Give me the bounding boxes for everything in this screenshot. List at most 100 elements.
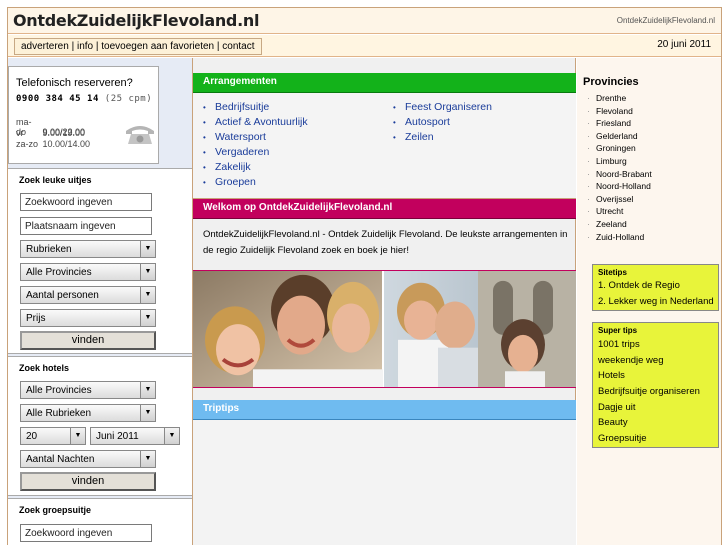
nav-link-contact[interactable]: contact bbox=[222, 41, 254, 52]
provincie-label: Zeeland bbox=[596, 218, 627, 229]
supertip-link[interactable]: Hotels bbox=[598, 370, 700, 386]
hotel-vinden-button[interactable]: vinden bbox=[20, 472, 156, 491]
provincie-link[interactable]: · Limburg bbox=[587, 156, 652, 169]
hours-days: za-zo bbox=[16, 139, 39, 149]
provincie-link[interactable]: · Friesland bbox=[587, 118, 652, 131]
place-input[interactable] bbox=[20, 217, 152, 235]
provincies-list: · Drenthe · Flevoland · Friesland · Gelderla… bbox=[587, 93, 652, 244]
arrangement-label: Vergaderen bbox=[215, 146, 270, 158]
arrangementen-box: • Bedrijfsuitje • Actief & Avontuurlijk • W… bbox=[193, 93, 576, 199]
search-groep-box: Zoek groepsuitje bbox=[8, 498, 192, 545]
arrangement-link[interactable]: • Bedrijfsuitje bbox=[203, 101, 308, 116]
month-select[interactable]: Juni 2011 ▼ bbox=[90, 427, 180, 445]
current-date: 20 juni 2011 bbox=[657, 39, 711, 50]
provincie-link[interactable]: · Noord-Holland bbox=[587, 181, 652, 194]
welkom-text: OntdekZuidelijkFlevoland.nl - Ontdek Zui… bbox=[203, 229, 568, 256]
hotel-provincies-select[interactable]: Alle Provincies ▼ bbox=[20, 381, 156, 399]
arrangement-link[interactable]: • Groepen bbox=[203, 176, 308, 191]
arrangement-label: Groepen bbox=[215, 176, 256, 188]
arrangement-label: Bedrijfsuitje bbox=[215, 101, 270, 113]
rubrieken-select[interactable]: Rubrieken ▼ bbox=[20, 240, 156, 258]
arrangement-link[interactable]: • Zakelijk bbox=[203, 161, 308, 176]
sitetip-link[interactable]: 1. Ontdek de Regio bbox=[598, 280, 714, 296]
bullet: · bbox=[587, 231, 590, 242]
arrangement-link[interactable]: • Actief & Avontuurlijk bbox=[203, 116, 308, 131]
day-select[interactable]: 20 ▼ bbox=[20, 427, 86, 445]
arrangement-label: Actief & Avontuurlijk bbox=[215, 116, 308, 128]
nav-link-adverteren[interactable]: adverteren bbox=[21, 41, 69, 52]
right-sidebar: Provincies · Drenthe · Flevoland · Frieslan… bbox=[577, 58, 721, 545]
family-photo bbox=[193, 270, 576, 388]
dropdown-arrow-icon: ▼ bbox=[140, 287, 155, 303]
provincie-link[interactable]: · Drenthe bbox=[587, 93, 652, 106]
phone-rate: (25 cpm) bbox=[104, 94, 153, 104]
left-sidebar: Telefonisch reserveren? 0900 384 45 14 (… bbox=[8, 58, 193, 545]
provincie-link[interactable]: · Gelderland bbox=[587, 131, 652, 144]
arrangementen-list-1: • Bedrijfsuitje • Actief & Avontuurlijk • W… bbox=[203, 101, 308, 191]
personen-select[interactable]: Aantal personen ▼ bbox=[20, 286, 156, 304]
bullet: · bbox=[587, 118, 590, 129]
supertip-link[interactable]: Beauty bbox=[598, 417, 700, 433]
hours-row: vr 9.00/19.00 bbox=[16, 128, 85, 138]
nachten-select[interactable]: Aantal Nachten ▼ bbox=[20, 450, 156, 468]
provincie-label: Noord-Brabant bbox=[596, 168, 652, 179]
bullet: · bbox=[587, 155, 590, 166]
supertip-link[interactable]: Groepsuitje bbox=[598, 433, 700, 449]
arrangement-link[interactable]: • Zeilen bbox=[393, 131, 492, 146]
bullet: • bbox=[393, 118, 396, 127]
provincie-link[interactable]: · Flevoland bbox=[587, 106, 652, 119]
bullet: · bbox=[587, 206, 590, 217]
provincie-link[interactable]: · Groningen bbox=[587, 143, 652, 156]
provincie-link[interactable]: · Zuid-Holland bbox=[587, 232, 652, 245]
sitetip-link[interactable]: 2. Lekker weg in Nederland bbox=[598, 296, 714, 312]
rubrieken-value: Rubrieken bbox=[26, 244, 72, 255]
sitetips-title: Sitetips bbox=[598, 268, 627, 277]
hours-days: vr bbox=[16, 128, 24, 138]
bullet: · bbox=[587, 143, 590, 154]
site-title[interactable]: OntdekZuidelijkFlevoland.nl bbox=[13, 11, 259, 30]
provincie-label: Gelderland bbox=[596, 130, 638, 141]
provincie-label: Groningen bbox=[596, 143, 636, 154]
arrangement-link[interactable]: • Autosport bbox=[393, 116, 492, 131]
arrangement-link[interactable]: • Watersport bbox=[203, 131, 308, 146]
bullet: · bbox=[587, 130, 590, 141]
supertip-link[interactable]: Bedrijfsuitje organiseren bbox=[598, 386, 700, 402]
arrangement-link[interactable]: • Feest Organiseren bbox=[393, 101, 492, 116]
provincie-link[interactable]: · Utrecht bbox=[587, 206, 652, 219]
vinden-button[interactable]: vinden bbox=[20, 331, 156, 350]
provincie-link[interactable]: · Overijssel bbox=[587, 194, 652, 207]
keyword-input[interactable] bbox=[20, 193, 152, 211]
provincie-link[interactable]: · Zeeland bbox=[587, 219, 652, 232]
provincie-label: Friesland bbox=[596, 118, 631, 129]
page: OntdekZuidelijkFlevoland.nl OntdekZuidel… bbox=[7, 7, 722, 545]
bullet: · bbox=[587, 181, 590, 192]
provincie-label: Zuid-Holland bbox=[596, 231, 645, 242]
hotel-rubrieken-select[interactable]: Alle Rubrieken ▼ bbox=[20, 404, 156, 422]
telephone-icon bbox=[126, 126, 154, 144]
dropdown-arrow-icon: ▼ bbox=[140, 451, 155, 467]
provincie-label: Flevoland bbox=[596, 105, 633, 116]
dropdown-arrow-icon: ▼ bbox=[164, 428, 179, 444]
groep-keyword-input[interactable] bbox=[20, 524, 152, 542]
search-uitjes-box: Zoek leuke uitjes Rubrieken ▼ Alle Provin… bbox=[8, 168, 192, 354]
phone-title: Telefonisch reserveren? bbox=[16, 77, 133, 89]
supertip-link[interactable]: weekendje weg bbox=[598, 355, 700, 371]
bullet: · bbox=[587, 93, 590, 103]
search-groep-title: Zoek groepsuitje bbox=[19, 505, 92, 515]
nav-link-info[interactable]: info bbox=[77, 41, 93, 52]
supertips-title: Super tips bbox=[598, 326, 638, 335]
prijs-select[interactable]: Prijs ▼ bbox=[20, 309, 156, 327]
supertip-link[interactable]: Dagje uit bbox=[598, 402, 700, 418]
provincie-link[interactable]: · Noord-Brabant bbox=[587, 169, 652, 182]
provincies-value: Alle Provincies bbox=[26, 267, 92, 278]
arrangement-link[interactable]: • Vergaderen bbox=[203, 146, 308, 161]
bullet: · bbox=[587, 168, 590, 179]
dropdown-arrow-icon: ▼ bbox=[140, 382, 155, 398]
dropdown-arrow-icon: ▼ bbox=[70, 428, 85, 444]
nav-link-favorieten[interactable]: toevoegen aan favorieten bbox=[101, 41, 214, 52]
provincie-label: Noord-Holland bbox=[596, 181, 651, 192]
provincie-label: Limburg bbox=[596, 155, 627, 166]
provincies-select[interactable]: Alle Provincies ▼ bbox=[20, 263, 156, 281]
dropdown-arrow-icon: ▼ bbox=[140, 241, 155, 257]
supertip-link[interactable]: 1001 trips bbox=[598, 339, 700, 355]
